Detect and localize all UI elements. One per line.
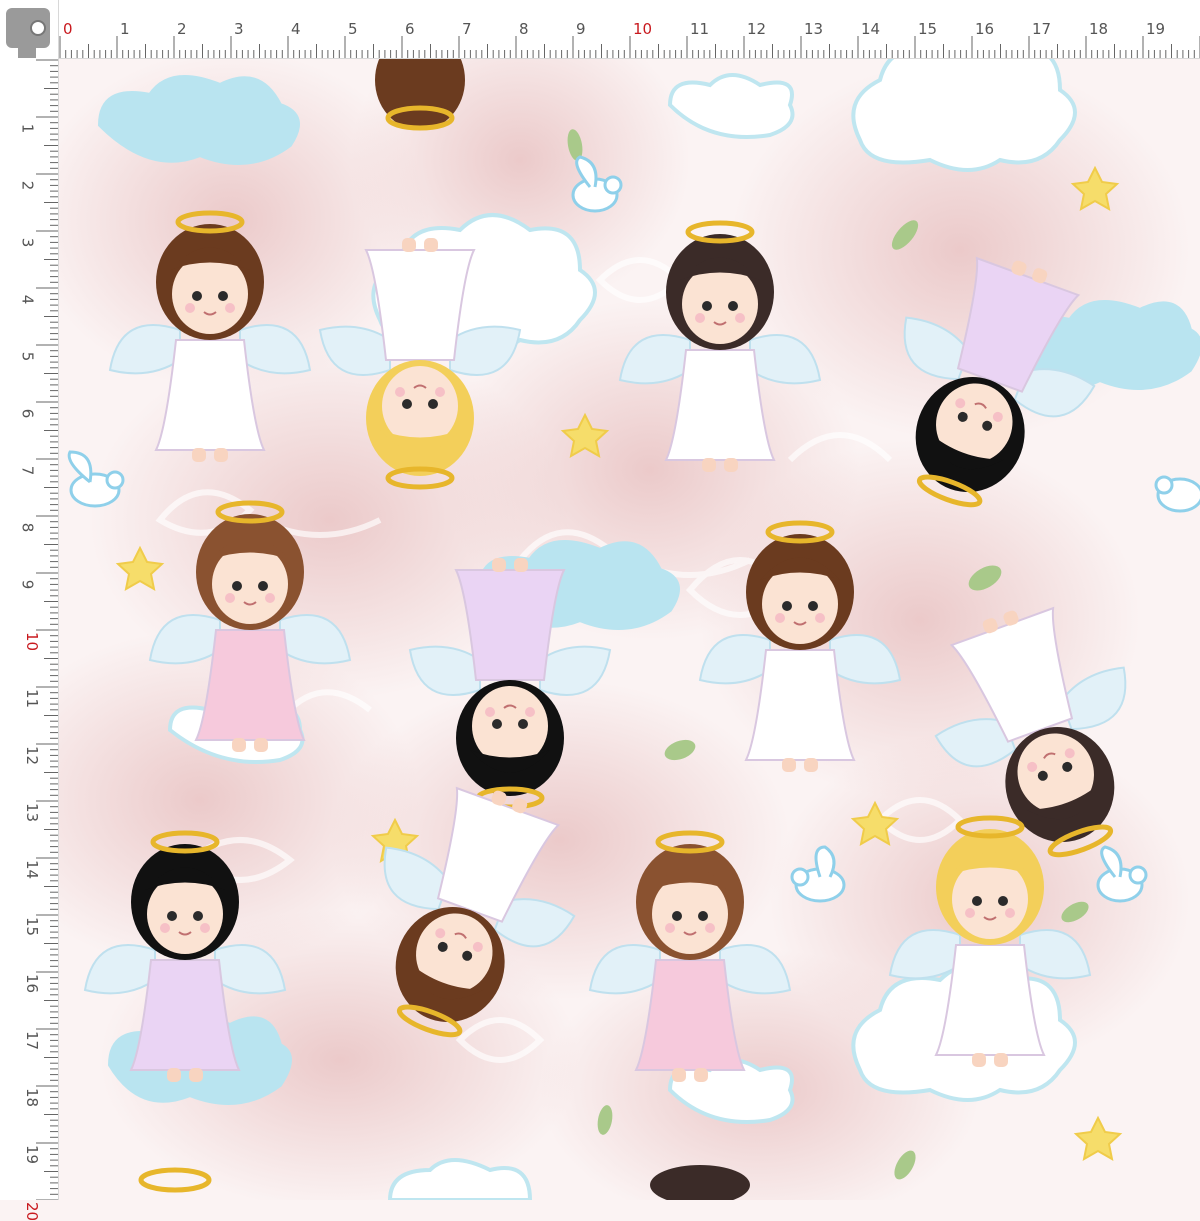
ruler-left-label: 14 [23, 859, 42, 880]
ruler-left-label: 16 [23, 973, 42, 994]
ruler-top-label: 10 [633, 20, 653, 38]
ruler-clip-icon [6, 8, 50, 108]
ruler-top-label: 14 [861, 20, 881, 38]
ruler-corner [0, 0, 58, 108]
ruler-left-label: 4 [18, 294, 37, 305]
ruler-left-label: 19 [23, 1144, 42, 1165]
ruler-top-label: 7 [462, 20, 472, 38]
ruler-top-label: 15 [918, 20, 938, 38]
ruler-top-label: 9 [576, 20, 586, 38]
ruler-left: 1 2 3 4 5 6 7 8 9 10 11 12 13 14 15 16 17 18 19 20 [0, 0, 59, 1221]
dove-icon [1154, 475, 1200, 513]
ruler-top-label: 8 [519, 20, 529, 38]
ruler-left-label: 9 [18, 579, 37, 590]
ruler-top-label: 0 [63, 20, 73, 38]
ruler-top-label: 18 [1089, 20, 1109, 38]
ruler-top-label: 6 [405, 20, 415, 38]
ruler-left-label: 2 [18, 180, 37, 191]
ruler-left-label: 7 [18, 465, 37, 476]
ruler-top-label: 16 [975, 20, 995, 38]
ruler-left-label: 18 [23, 1087, 42, 1108]
ruler-left-label: 11 [23, 688, 42, 709]
ruler-left-label: 10 [23, 631, 42, 652]
ruler-top-label: 12 [747, 20, 767, 38]
ruler-top-label: 1 [120, 20, 130, 38]
ruler-top-label: 17 [1032, 20, 1052, 38]
ruler-left-label: 1 [18, 123, 37, 134]
angel-fabric-pattern [0, 0, 1200, 1200]
ruler-top-label: 5 [348, 20, 358, 38]
ruler-left-label: 8 [18, 522, 37, 533]
ruler-top-label: 19 [1146, 20, 1166, 38]
ruler-left-label: 12 [23, 745, 42, 766]
ruler-left-label: 20 [23, 1201, 42, 1221]
ruler-left-label: 5 [18, 351, 37, 362]
ruler-left-label: 6 [18, 408, 37, 419]
ruler-top: 01234567891011121314151617181920 [0, 0, 1200, 59]
ruler-top-label: 4 [291, 20, 301, 38]
ruler-top-label: 13 [804, 20, 824, 38]
ruler-top-label: 3 [234, 20, 244, 38]
ruler-left-label: 3 [18, 237, 37, 248]
ruler-top-label: 2 [177, 20, 187, 38]
ruler-left-label: 13 [23, 802, 42, 823]
ruler-left-label: 15 [23, 916, 42, 937]
ruler-left-label: 17 [23, 1030, 42, 1051]
ruler-top-label: 11 [690, 20, 710, 38]
